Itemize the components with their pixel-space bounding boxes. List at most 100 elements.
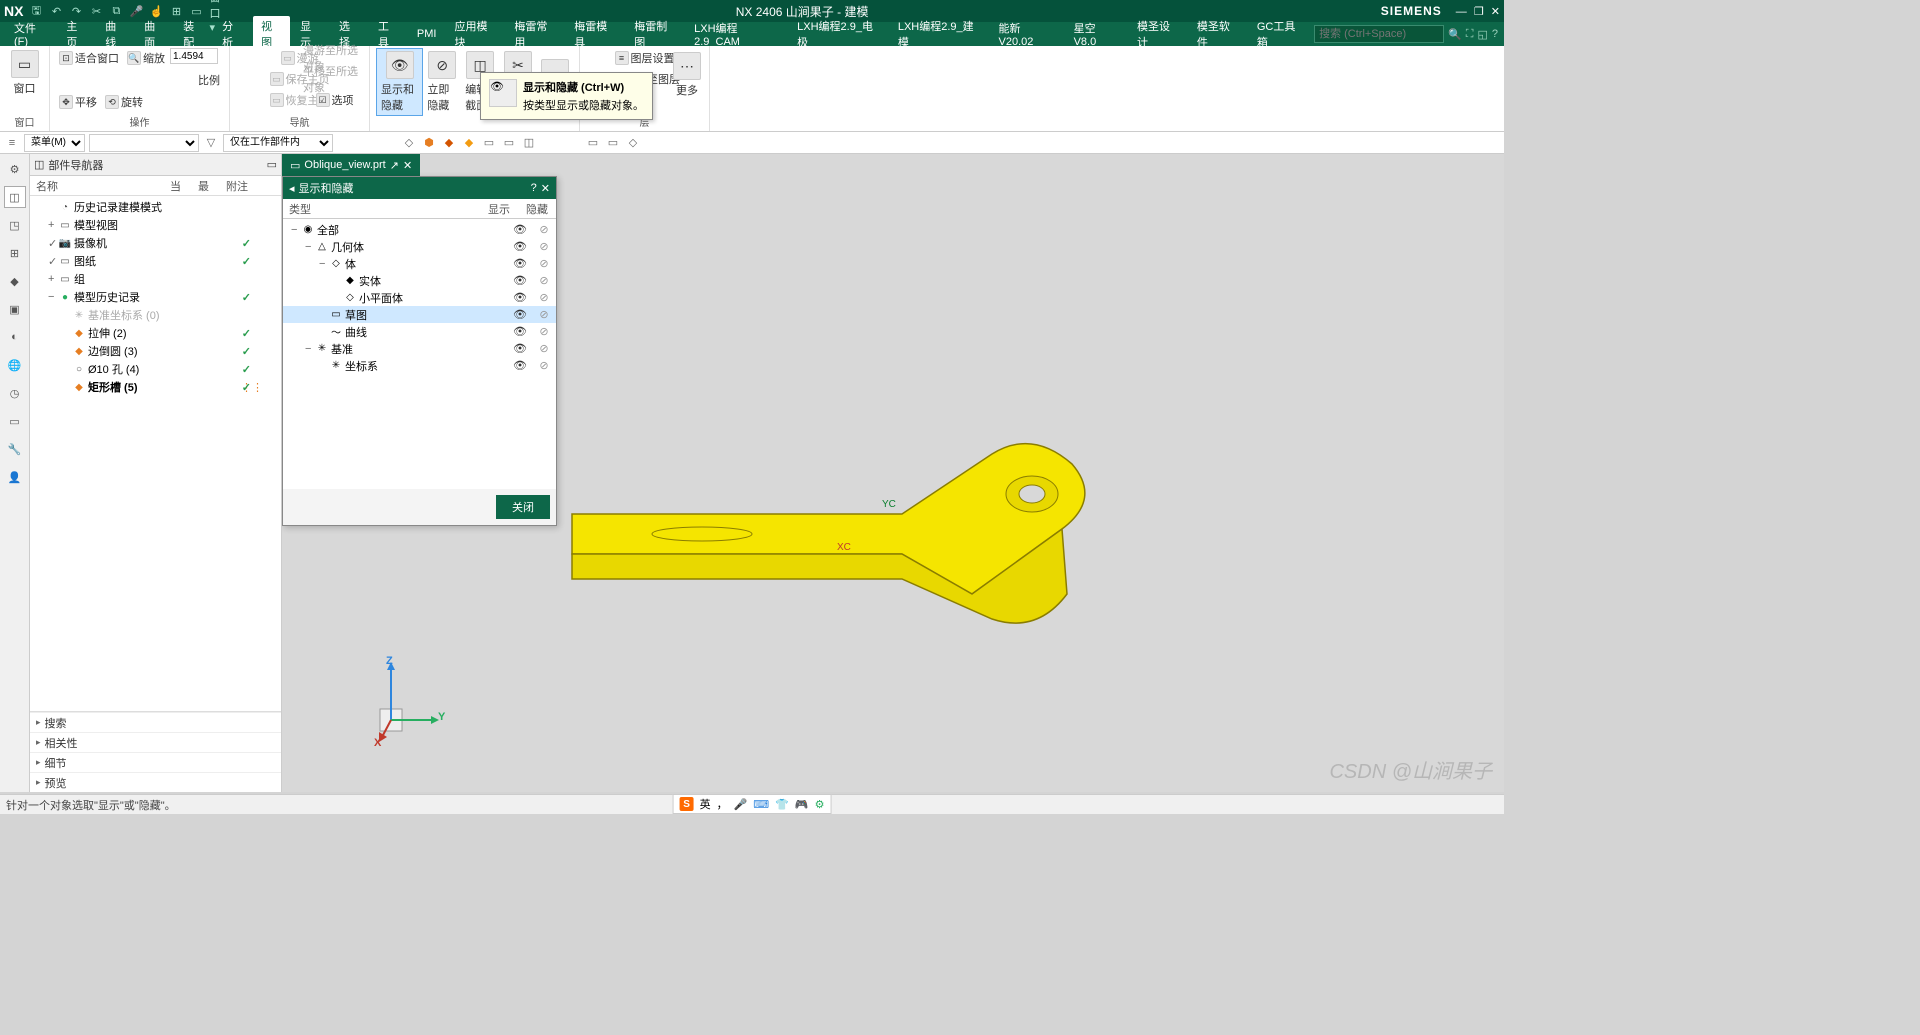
web-icon[interactable]: 🌐 bbox=[4, 354, 26, 376]
tab-close-icon[interactable]: ✕ bbox=[403, 159, 412, 172]
sel-i7[interactable]: ◫ bbox=[521, 135, 537, 151]
model-geometry[interactable] bbox=[562, 434, 1102, 654]
sel-i8[interactable]: ▭ bbox=[585, 135, 601, 151]
tree-row[interactable]: ◆边倒圆 (3)✓ bbox=[30, 342, 281, 360]
nav-section[interactable]: 搜索 bbox=[30, 712, 281, 732]
dialog-help-icon[interactable]: ? bbox=[531, 182, 537, 194]
show-icon[interactable]: 👁 bbox=[508, 274, 532, 287]
sel-i1[interactable]: ◇ bbox=[401, 135, 417, 151]
maximize-icon[interactable]: ◱ bbox=[1477, 28, 1487, 41]
search-icon[interactable]: 🔍 bbox=[1448, 28, 1462, 41]
ime-lang[interactable]: 英 bbox=[700, 796, 711, 812]
ime-skin-icon[interactable]: 👕 bbox=[775, 798, 789, 811]
menu-10[interactable]: PMI bbox=[409, 26, 445, 42]
show-icon[interactable]: 👁 bbox=[508, 223, 532, 236]
dialog-row[interactable]: −◇体👁⊘ bbox=[283, 255, 556, 272]
dialog-row[interactable]: −△几何体👁⊘ bbox=[283, 238, 556, 255]
tools-icon[interactable]: 🔧 bbox=[4, 438, 26, 460]
tree-row[interactable]: ○Ø10 孔 (4)✓ bbox=[30, 360, 281, 378]
tree-row[interactable]: +▭组 bbox=[30, 270, 281, 288]
zoom-button[interactable]: 🔍缩放 bbox=[124, 48, 168, 68]
graphics-viewport[interactable]: ▭ Oblique_view.prt ↗ ✕ ◂ 显示和隐藏 ? ✕ 类型 显示… bbox=[282, 154, 1504, 792]
save-icon[interactable]: 🖫 bbox=[29, 4, 43, 18]
assembly-nav-icon[interactable]: ◳ bbox=[4, 214, 26, 236]
pan-button[interactable]: ✥平移 bbox=[56, 92, 100, 112]
tree-row[interactable]: ◔历史记录建模模式 bbox=[30, 198, 281, 216]
window-button[interactable]: ▭窗口 bbox=[6, 48, 43, 98]
sel-i9[interactable]: ▭ bbox=[605, 135, 621, 151]
help-icon[interactable]: ? bbox=[1492, 28, 1498, 40]
tree-row[interactable]: −●模型历史记录✓ bbox=[30, 288, 281, 306]
tree-row[interactable]: ✓📷摄像机✓ bbox=[30, 234, 281, 252]
filter-dropdown[interactable]: 仅在工作部件内 bbox=[223, 134, 333, 152]
reuse-icon[interactable]: ◆ bbox=[4, 270, 26, 292]
show-icon[interactable]: 👁 bbox=[508, 308, 532, 321]
history-icon[interactable]: ◷ bbox=[4, 382, 26, 404]
show-hide-button[interactable]: 👁显示和隐藏 bbox=[376, 48, 423, 116]
nav-options[interactable]: ☑选项 bbox=[300, 90, 369, 110]
roles-icon[interactable]: ▭ bbox=[4, 410, 26, 432]
sel-i6[interactable]: ▭ bbox=[501, 135, 517, 151]
tree-row[interactable]: ✓▭图纸✓ bbox=[30, 252, 281, 270]
filter-icon[interactable]: ▽ bbox=[203, 135, 219, 151]
sel-i4[interactable]: ◆ bbox=[461, 135, 477, 151]
settings-icon[interactable]: ⚙ bbox=[4, 158, 26, 180]
cube-icon[interactable]: ▣ bbox=[4, 298, 26, 320]
nav-section[interactable]: 细节 bbox=[30, 752, 281, 772]
layer-more[interactable]: ⋯更多 bbox=[669, 50, 705, 100]
ime-punct-icon[interactable]: ， bbox=[717, 796, 728, 812]
dialog-titlebar[interactable]: ◂ 显示和隐藏 ? ✕ bbox=[283, 177, 556, 199]
hide-icon[interactable]: ⊘ bbox=[532, 359, 556, 372]
hide-icon[interactable]: ⊘ bbox=[532, 308, 556, 321]
sel-i2[interactable]: ⬢ bbox=[421, 135, 437, 151]
part-nav-icon[interactable]: ◫ bbox=[4, 186, 26, 208]
show-icon[interactable]: 👁 bbox=[508, 342, 532, 355]
restore-icon[interactable]: ❐ bbox=[1474, 6, 1484, 18]
hide-icon[interactable]: ⊘ bbox=[532, 223, 556, 236]
dialog-row[interactable]: ◇小平面体👁⊘ bbox=[283, 289, 556, 306]
dialog-row[interactable]: ◆实体👁⊘ bbox=[283, 272, 556, 289]
hide-icon[interactable]: ⊘ bbox=[532, 342, 556, 355]
dialog-row[interactable]: −✳基准👁⊘ bbox=[283, 340, 556, 357]
hide-icon[interactable]: ⊘ bbox=[532, 240, 556, 253]
tree-row[interactable]: +▭模型视图 bbox=[30, 216, 281, 234]
fullscreen-icon[interactable]: ⛶ bbox=[1466, 28, 1474, 41]
nav-section[interactable]: 相关性 bbox=[30, 732, 281, 752]
hide-icon[interactable]: ⊘ bbox=[532, 291, 556, 304]
close-icon[interactable]: ✕ bbox=[1491, 6, 1500, 18]
dialog-tree[interactable]: −◉全部👁⊘−△几何体👁⊘−◇体👁⊘◆实体👁⊘◇小平面体👁⊘▭草图👁⊘〜曲线👁⊘… bbox=[283, 219, 556, 489]
sel-i5[interactable]: ▭ bbox=[481, 135, 497, 151]
constraint-icon[interactable]: ⊞ bbox=[4, 242, 26, 264]
minimize-icon[interactable]: — bbox=[1456, 6, 1467, 18]
ime-toolbar[interactable]: S 英 ， 🎤 ⌨ 👕 🎮 ⚙ bbox=[673, 794, 832, 814]
show-icon[interactable]: 👁 bbox=[508, 359, 532, 372]
nav-pin-icon[interactable]: ▭ bbox=[267, 158, 277, 171]
show-icon[interactable]: 👁 bbox=[508, 257, 532, 270]
ime-kbd-icon[interactable]: ⌨ bbox=[753, 798, 769, 811]
fit-window[interactable]: ⊡适合窗口 bbox=[56, 48, 122, 68]
sogou-icon[interactable]: S bbox=[680, 797, 694, 811]
person-icon[interactable]: 👤 bbox=[4, 466, 26, 488]
tab-oblique-view[interactable]: ▭ Oblique_view.prt ↗ ✕ bbox=[282, 154, 420, 176]
hide-icon[interactable]: ⊘ bbox=[532, 257, 556, 270]
dialog-row[interactable]: ▭草图👁⊘ bbox=[283, 306, 556, 323]
show-icon[interactable]: 👁 bbox=[508, 291, 532, 304]
hide-icon[interactable]: ⊘ bbox=[532, 274, 556, 287]
dialog-row[interactable]: ✳坐标系👁⊘ bbox=[283, 357, 556, 374]
filter-scope[interactable] bbox=[89, 134, 199, 152]
close-button[interactable]: 关闭 bbox=[496, 495, 550, 519]
ime-tool-icon[interactable]: 🎮 bbox=[795, 798, 809, 811]
tab-ext-icon[interactable]: ↗ bbox=[390, 159, 399, 172]
hide-icon[interactable]: ⊘ bbox=[532, 325, 556, 338]
ime-mic-icon[interactable]: 🎤 bbox=[734, 798, 748, 811]
show-icon[interactable]: 👁 bbox=[508, 325, 532, 338]
tree-row[interactable]: ◆矩形槽 (5)⋮⋮✓ bbox=[30, 378, 281, 396]
view-triad[interactable]: Z Y X bbox=[352, 659, 442, 752]
hide-now[interactable]: ⊘立即隐藏 bbox=[423, 48, 461, 116]
dialog-row[interactable]: −◉全部👁⊘ bbox=[283, 221, 556, 238]
show-icon[interactable]: 👁 bbox=[508, 240, 532, 253]
command-search[interactable] bbox=[1314, 25, 1444, 43]
nav-tree[interactable]: ◔历史记录建模模式+▭模型视图✓📷摄像机✓✓▭图纸✓+▭组−●模型历史记录✓✳基… bbox=[30, 196, 281, 711]
back-icon[interactable]: ◂ bbox=[289, 182, 295, 195]
zoom-value[interactable] bbox=[170, 48, 218, 64]
